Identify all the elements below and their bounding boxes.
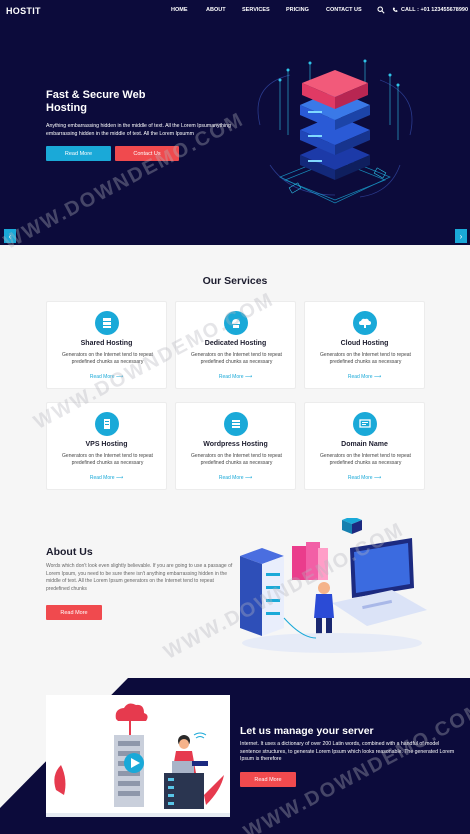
services-title: Our Services xyxy=(202,275,268,287)
top-navbar: HOSTIT HOME ABOUT SERVICES PRICING CONTA… xyxy=(0,0,470,22)
service-text: Generators on the Internet tend to repea… xyxy=(320,453,411,466)
call-text: CALL : +01 123455678990 xyxy=(401,7,469,13)
dedicated-hosting-icon xyxy=(224,311,248,335)
manage-title: Let us manage your server xyxy=(240,725,374,737)
service-text: Generators on the Internet tend to repea… xyxy=(62,352,153,365)
hero-read-more-button[interactable]: Read More xyxy=(46,146,111,161)
nav-home[interactable]: HOME xyxy=(171,7,188,13)
services-section: Our Services Shared Hosting Generators o… xyxy=(0,245,470,510)
server-stack-illustration xyxy=(257,59,413,204)
about-text: Words which don't look even slightly bel… xyxy=(46,563,233,592)
manage-read-more-button[interactable]: Read More xyxy=(240,772,296,787)
about-title: About Us xyxy=(46,546,93,558)
service-read-more-link[interactable]: Read More ⟶ xyxy=(176,374,295,380)
nav-contact[interactable]: CONTACT US xyxy=(326,7,362,13)
service-read-more-link[interactable]: Read More ⟶ xyxy=(305,475,424,481)
service-title: VPS Hosting xyxy=(85,441,128,448)
manage-text: Internet. It uses a dictionary of over 2… xyxy=(240,741,455,762)
service-read-more-link[interactable]: Read More ⟶ xyxy=(176,475,295,481)
slider-prev-arrow[interactable]: ‹ xyxy=(4,229,16,243)
nav-services[interactable]: SERVICES xyxy=(242,7,270,13)
service-title: Shared Hosting xyxy=(80,340,133,347)
datacenter-illustration xyxy=(240,518,427,653)
phone-icon xyxy=(392,7,398,12)
service-card-cloud[interactable]: Cloud Hosting Generators on the Internet… xyxy=(304,301,425,389)
service-text: Generators on the Internet tend to repea… xyxy=(62,453,153,466)
domain-name-icon xyxy=(353,412,377,436)
nav-about[interactable]: ABOUT xyxy=(206,7,226,13)
service-text: Generators on the Internet tend to repea… xyxy=(320,352,411,365)
wordpress-hosting-icon xyxy=(224,412,248,436)
service-title: Domain Name xyxy=(341,441,388,448)
cloud-hosting-icon xyxy=(353,311,377,335)
service-card-wordpress[interactable]: Wordpress Hosting Generators on the Inte… xyxy=(175,402,296,490)
service-read-more-link[interactable]: Read More ⟶ xyxy=(305,374,424,380)
slider-next-arrow[interactable]: › xyxy=(455,229,467,243)
service-text: Generators on the Internet tend to repea… xyxy=(191,453,282,466)
hero-contact-button[interactable]: Contact Us xyxy=(115,146,179,161)
service-title: Dedicated Hosting xyxy=(204,340,267,347)
search-icon[interactable] xyxy=(377,6,385,14)
service-title: Wordpress Hosting xyxy=(203,441,268,448)
service-read-more-link[interactable]: Read More ⟶ xyxy=(47,374,166,380)
nav-pricing[interactable]: PRICING xyxy=(286,7,309,13)
hero-text: Anything embarrassing hidden in the midd… xyxy=(46,123,231,137)
hero-section: HOSTIT HOME ABOUT SERVICES PRICING CONTA… xyxy=(0,0,470,245)
service-card-vps[interactable]: VPS Hosting Generators on the Internet t… xyxy=(46,402,167,490)
server-technician-illustration xyxy=(46,703,230,817)
brand-logo[interactable]: HOSTIT xyxy=(6,6,41,16)
about-section: About Us Words which don't look even sli… xyxy=(0,510,470,678)
service-card-dedicated[interactable]: Dedicated Hosting Generators on the Inte… xyxy=(175,301,296,389)
vps-hosting-icon xyxy=(95,412,119,436)
service-card-shared[interactable]: Shared Hosting Generators on the Interne… xyxy=(46,301,167,389)
server-image-card xyxy=(46,695,230,817)
shared-hosting-icon xyxy=(95,311,119,335)
service-read-more-link[interactable]: Read More ⟶ xyxy=(47,475,166,481)
service-title: Cloud Hosting xyxy=(340,340,389,347)
service-text: Generators on the Internet tend to repea… xyxy=(191,352,282,365)
call-info[interactable]: CALL : +01 123455678990 xyxy=(392,7,468,13)
about-read-more-button[interactable]: Read More xyxy=(46,605,102,620)
hero-title: Fast & Secure Web Hosting xyxy=(46,89,146,114)
manage-server-section: Let us manage your server Internet. It u… xyxy=(0,678,470,834)
service-card-domain[interactable]: Domain Name Generators on the Internet t… xyxy=(304,402,425,490)
